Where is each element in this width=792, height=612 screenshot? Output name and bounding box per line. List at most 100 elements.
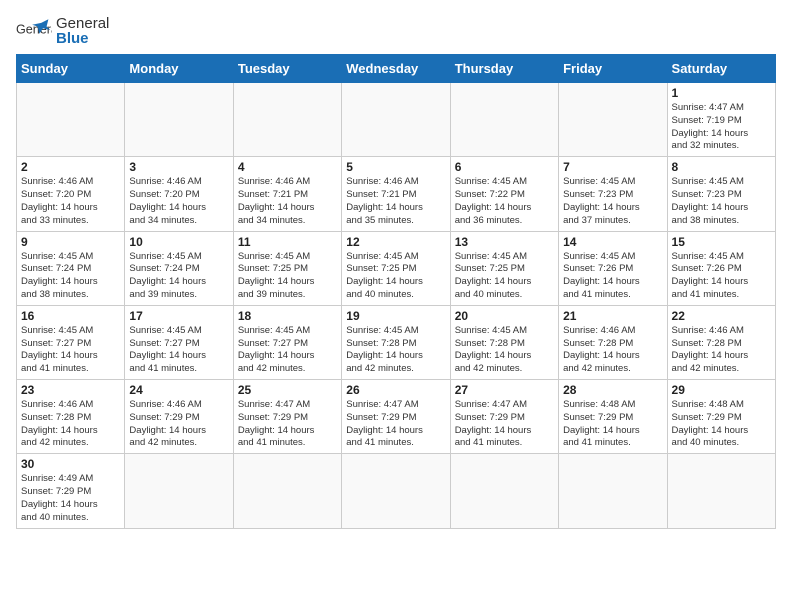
- day-info: Sunrise: 4:48 AM Sunset: 7:29 PM Dayligh…: [563, 399, 662, 450]
- day-info: Sunrise: 4:48 AM Sunset: 7:29 PM Dayligh…: [672, 399, 771, 450]
- page-container: General General Blue SundayMondayTuesday…: [16, 16, 776, 529]
- day-cell: 15 Sunrise: 4:45 AM Sunset: 7:26 PM Dayli…: [667, 231, 775, 305]
- day-cell: 1Sunrise: 4:47 AM Sunset: 7:19 PM Daylig…: [667, 83, 775, 157]
- day-info: Sunrise: 4:45 AM Sunset: 7:27 PM Dayligh…: [129, 325, 228, 376]
- day-info: Sunrise: 4:49 AM Sunset: 7:29 PM Dayligh…: [21, 473, 120, 524]
- week-row-0: 1Sunrise: 4:47 AM Sunset: 7:19 PM Daylig…: [17, 83, 776, 157]
- day-info: Sunrise: 4:45 AM Sunset: 7:25 PM Dayligh…: [455, 251, 554, 302]
- day-cell: 8 Sunrise: 4:45 AM Sunset: 7:23 PM Daylig…: [667, 157, 775, 231]
- day-cell: 21Sunrise: 4:46 AM Sunset: 7:28 PM Dayli…: [559, 305, 667, 379]
- day-cell: 11Sunrise: 4:45 AM Sunset: 7:25 PM Dayli…: [233, 231, 341, 305]
- header-cell-sunday: Sunday: [17, 55, 125, 83]
- header: General General Blue: [16, 16, 776, 46]
- calendar-header: SundayMondayTuesdayWednesdayThursdayFrid…: [17, 55, 776, 83]
- day-number: 27: [455, 383, 554, 397]
- day-number: 7: [563, 160, 662, 174]
- day-info: Sunrise: 4:46 AM Sunset: 7:29 PM Dayligh…: [129, 399, 228, 450]
- header-cell-tuesday: Tuesday: [233, 55, 341, 83]
- day-number: 4: [238, 160, 337, 174]
- day-cell: 28Sunrise: 4:48 AM Sunset: 7:29 PM Dayli…: [559, 380, 667, 454]
- header-cell-saturday: Saturday: [667, 55, 775, 83]
- day-cell: 16Sunrise: 4:45 AM Sunset: 7:27 PM Dayli…: [17, 305, 125, 379]
- day-cell: [450, 83, 558, 157]
- day-info: Sunrise: 4:46 AM Sunset: 7:20 PM Dayligh…: [129, 176, 228, 227]
- day-cell: 24 Sunrise: 4:46 AM Sunset: 7:29 PM Dayli…: [125, 380, 233, 454]
- day-cell: 14 Sunrise: 4:45 AM Sunset: 7:26 PM Dayli…: [559, 231, 667, 305]
- day-cell: 2 Sunrise: 4:46 AM Sunset: 7:20 PM Daylig…: [17, 157, 125, 231]
- day-cell: 23 Sunrise: 4:46 AM Sunset: 7:28 PM Dayli…: [17, 380, 125, 454]
- week-row-1: 2 Sunrise: 4:46 AM Sunset: 7:20 PM Daylig…: [17, 157, 776, 231]
- day-cell: 6Sunrise: 4:45 AM Sunset: 7:22 PM Daylig…: [450, 157, 558, 231]
- logo: General General Blue: [16, 16, 109, 46]
- day-info: Sunrise: 4:47 AM Sunset: 7:29 PM Dayligh…: [455, 399, 554, 450]
- day-info: Sunrise: 4:45 AM Sunset: 7:27 PM Dayligh…: [21, 325, 120, 376]
- header-row: SundayMondayTuesdayWednesdayThursdayFrid…: [17, 55, 776, 83]
- day-number: 24: [129, 383, 228, 397]
- day-info: Sunrise: 4:46 AM Sunset: 7:28 PM Dayligh…: [563, 325, 662, 376]
- day-cell: 3Sunrise: 4:46 AM Sunset: 7:20 PM Daylig…: [125, 157, 233, 231]
- day-info: Sunrise: 4:46 AM Sunset: 7:20 PM Dayligh…: [21, 176, 120, 227]
- day-number: 12: [346, 235, 445, 249]
- day-info: Sunrise: 4:45 AM Sunset: 7:25 PM Dayligh…: [346, 251, 445, 302]
- day-cell: [125, 83, 233, 157]
- day-number: 2: [21, 160, 120, 174]
- day-cell: 12 Sunrise: 4:45 AM Sunset: 7:25 PM Dayli…: [342, 231, 450, 305]
- week-row-4: 23 Sunrise: 4:46 AM Sunset: 7:28 PM Dayli…: [17, 380, 776, 454]
- day-cell: 27 Sunrise: 4:47 AM Sunset: 7:29 PM Dayli…: [450, 380, 558, 454]
- week-row-5: 30 Sunrise: 4:49 AM Sunset: 7:29 PM Dayli…: [17, 454, 776, 528]
- day-number: 25: [238, 383, 337, 397]
- day-info: Sunrise: 4:45 AM Sunset: 7:23 PM Dayligh…: [672, 176, 771, 227]
- day-cell: 9 Sunrise: 4:45 AM Sunset: 7:24 PM Daylig…: [17, 231, 125, 305]
- day-number: 22: [672, 309, 771, 323]
- day-cell: 4 Sunrise: 4:46 AM Sunset: 7:21 PM Daylig…: [233, 157, 341, 231]
- day-number: 26: [346, 383, 445, 397]
- day-info: Sunrise: 4:45 AM Sunset: 7:24 PM Dayligh…: [129, 251, 228, 302]
- day-number: 9: [21, 235, 120, 249]
- day-info: Sunrise: 4:47 AM Sunset: 7:19 PM Dayligh…: [672, 102, 771, 153]
- day-info: Sunrise: 4:45 AM Sunset: 7:26 PM Dayligh…: [672, 251, 771, 302]
- day-info: Sunrise: 4:47 AM Sunset: 7:29 PM Dayligh…: [346, 399, 445, 450]
- day-cell: 25 Sunrise: 4:47 AM Sunset: 7:29 PM Dayli…: [233, 380, 341, 454]
- day-info: Sunrise: 4:45 AM Sunset: 7:26 PM Dayligh…: [563, 251, 662, 302]
- calendar-body: 1Sunrise: 4:47 AM Sunset: 7:19 PM Daylig…: [17, 83, 776, 529]
- day-info: Sunrise: 4:45 AM Sunset: 7:28 PM Dayligh…: [346, 325, 445, 376]
- day-cell: 18 Sunrise: 4:45 AM Sunset: 7:27 PM Dayli…: [233, 305, 341, 379]
- day-number: 8: [672, 160, 771, 174]
- day-cell: [17, 83, 125, 157]
- day-number: 18: [238, 309, 337, 323]
- day-number: 17: [129, 309, 228, 323]
- day-info: Sunrise: 4:46 AM Sunset: 7:28 PM Dayligh…: [21, 399, 120, 450]
- day-number: 10: [129, 235, 228, 249]
- day-cell: [450, 454, 558, 528]
- day-number: 15: [672, 235, 771, 249]
- day-cell: 17 Sunrise: 4:45 AM Sunset: 7:27 PM Dayli…: [125, 305, 233, 379]
- day-cell: 29Sunrise: 4:48 AM Sunset: 7:29 PM Dayli…: [667, 380, 775, 454]
- day-number: 5: [346, 160, 445, 174]
- header-cell-friday: Friday: [559, 55, 667, 83]
- calendar-table: SundayMondayTuesdayWednesdayThursdayFrid…: [16, 54, 776, 529]
- day-cell: 19Sunrise: 4:45 AM Sunset: 7:28 PM Dayli…: [342, 305, 450, 379]
- day-cell: 26 Sunrise: 4:47 AM Sunset: 7:29 PM Dayli…: [342, 380, 450, 454]
- logo-icon: General: [16, 17, 52, 45]
- header-cell-thursday: Thursday: [450, 55, 558, 83]
- day-cell: 20Sunrise: 4:45 AM Sunset: 7:28 PM Dayli…: [450, 305, 558, 379]
- day-cell: [233, 454, 341, 528]
- day-info: Sunrise: 4:46 AM Sunset: 7:21 PM Dayligh…: [238, 176, 337, 227]
- day-cell: [667, 454, 775, 528]
- day-cell: 22 Sunrise: 4:46 AM Sunset: 7:28 PM Dayli…: [667, 305, 775, 379]
- day-info: Sunrise: 4:45 AM Sunset: 7:28 PM Dayligh…: [455, 325, 554, 376]
- day-number: 30: [21, 457, 120, 471]
- day-cell: 7Sunrise: 4:45 AM Sunset: 7:23 PM Daylig…: [559, 157, 667, 231]
- day-cell: [233, 83, 341, 157]
- day-cell: [559, 83, 667, 157]
- day-cell: 13Sunrise: 4:45 AM Sunset: 7:25 PM Dayli…: [450, 231, 558, 305]
- day-cell: 10 Sunrise: 4:45 AM Sunset: 7:24 PM Dayli…: [125, 231, 233, 305]
- day-number: 14: [563, 235, 662, 249]
- day-info: Sunrise: 4:46 AM Sunset: 7:28 PM Dayligh…: [672, 325, 771, 376]
- day-number: 23: [21, 383, 120, 397]
- day-info: Sunrise: 4:45 AM Sunset: 7:27 PM Dayligh…: [238, 325, 337, 376]
- day-info: Sunrise: 4:47 AM Sunset: 7:29 PM Dayligh…: [238, 399, 337, 450]
- day-info: Sunrise: 4:46 AM Sunset: 7:21 PM Dayligh…: [346, 176, 445, 227]
- day-info: Sunrise: 4:45 AM Sunset: 7:24 PM Dayligh…: [21, 251, 120, 302]
- day-info: Sunrise: 4:45 AM Sunset: 7:25 PM Dayligh…: [238, 251, 337, 302]
